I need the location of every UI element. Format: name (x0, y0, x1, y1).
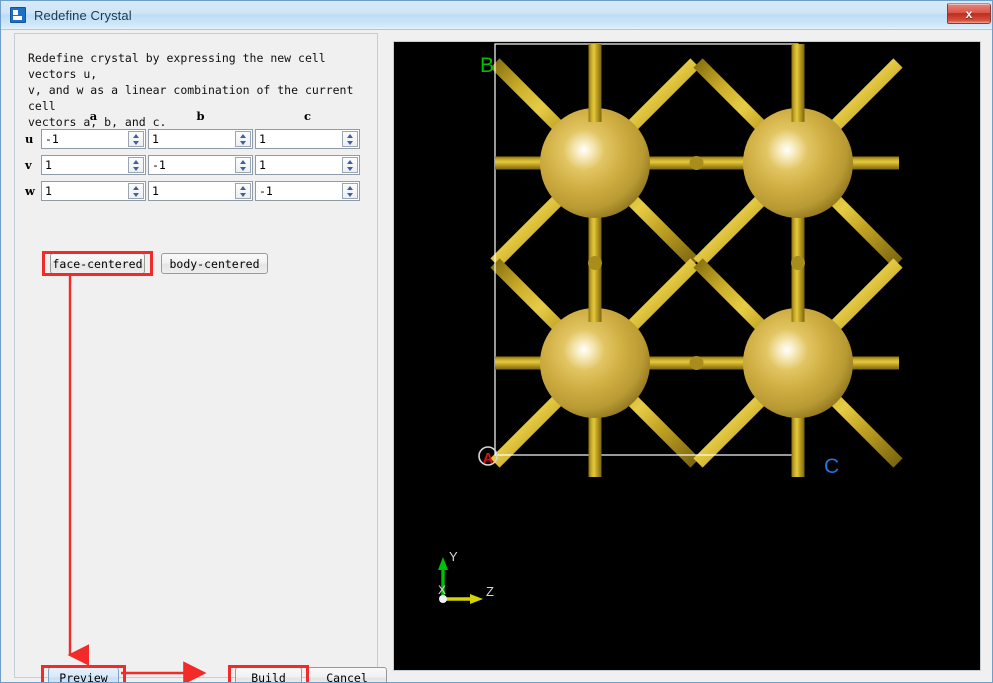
chevron-down-icon[interactable] (236, 139, 250, 146)
spinner-u-a[interactable] (41, 129, 146, 149)
corner-label-b: B (480, 54, 494, 77)
spinner-buttons-w-b[interactable] (235, 183, 251, 199)
chevron-down-icon[interactable] (129, 139, 143, 146)
row-label-u: u (23, 132, 41, 146)
spinner-u-c[interactable] (255, 129, 360, 149)
spinner-w-b[interactable] (148, 181, 253, 201)
preview-button[interactable]: Preview (48, 667, 119, 683)
chevron-down-icon[interactable] (129, 165, 143, 172)
build-button[interactable]: Build (235, 667, 302, 683)
chevron-up-icon[interactable] (129, 184, 143, 191)
body-centered-button[interactable]: body-centered (161, 253, 268, 274)
viewport-background (394, 42, 980, 670)
chevron-down-icon[interactable] (343, 191, 357, 198)
column-header-c: c (255, 109, 360, 123)
spinner-buttons-w-c[interactable] (342, 183, 358, 199)
chevron-up-icon[interactable] (343, 158, 357, 165)
column-header-a: a (41, 109, 146, 123)
column-header-b: b (148, 109, 253, 123)
redefine-crystal-window: Redefine Crystal x Redefine crystal by e… (0, 0, 993, 683)
atom-sphere (540, 108, 650, 218)
spinner-w-c[interactable] (255, 181, 360, 201)
chevron-down-icon[interactable] (129, 191, 143, 198)
atom-sphere (540, 308, 650, 418)
face-centered-button[interactable]: face-centered (50, 253, 145, 274)
spinner-v-c[interactable] (255, 155, 360, 175)
chevron-up-icon[interactable] (236, 184, 250, 191)
chevron-down-icon[interactable] (343, 139, 357, 146)
settings-panel: Redefine crystal by expressing the new c… (14, 33, 378, 678)
cell-vector-matrix: a b c u (23, 106, 371, 204)
chevron-up-icon[interactable] (236, 158, 250, 165)
corner-label-a: A (483, 450, 494, 467)
row-label-w: w (23, 184, 41, 198)
window-title: Redefine Crystal (34, 8, 132, 23)
axis-label-y: Y (449, 549, 458, 564)
spinner-w-a[interactable] (41, 181, 146, 201)
chevron-up-icon[interactable] (236, 132, 250, 139)
matrix-column-headers: a b c (23, 106, 371, 126)
matrix-row-v: v (23, 152, 371, 178)
axis-label-z: Z (486, 584, 494, 599)
input-w-a[interactable] (45, 183, 129, 199)
corner-label-c: C (824, 455, 839, 478)
spinner-buttons-w-a[interactable] (128, 183, 144, 199)
matrix-row-w: w (23, 178, 371, 204)
row-label-v: v (23, 158, 41, 172)
input-w-c[interactable] (259, 183, 343, 199)
chevron-down-icon[interactable] (236, 191, 250, 198)
spinner-u-b[interactable] (148, 129, 253, 149)
spinner-buttons-v-a[interactable] (128, 157, 144, 173)
input-u-a[interactable] (45, 131, 129, 147)
input-v-b[interactable] (152, 157, 236, 173)
chevron-up-icon[interactable] (343, 184, 357, 191)
chevron-down-icon[interactable] (236, 165, 250, 172)
input-w-b[interactable] (152, 183, 236, 199)
chevron-up-icon[interactable] (129, 132, 143, 139)
chevron-up-icon[interactable] (343, 132, 357, 139)
input-v-a[interactable] (45, 157, 129, 173)
close-button[interactable]: x (947, 3, 991, 24)
spinner-v-a[interactable] (41, 155, 146, 175)
chevron-down-icon[interactable] (343, 165, 357, 172)
atom-sphere (743, 308, 853, 418)
input-v-c[interactable] (259, 157, 343, 173)
title-bar: Redefine Crystal x (1, 1, 993, 30)
close-icon: x (966, 8, 973, 20)
crystal-3d-viewport[interactable]: B C A Y Z (393, 41, 981, 671)
client-area: Redefine crystal by expressing the new c… (1, 30, 993, 683)
spinner-buttons-u-b[interactable] (235, 131, 251, 147)
chevron-up-icon[interactable] (129, 158, 143, 165)
axis-label-x: X (438, 583, 446, 597)
crystal-structure-render: B C A Y Z (394, 42, 980, 670)
spinner-buttons-v-b[interactable] (235, 157, 251, 173)
atom-sphere (743, 108, 853, 218)
input-u-c[interactable] (259, 131, 343, 147)
spinner-buttons-u-c[interactable] (342, 131, 358, 147)
spinner-buttons-u-a[interactable] (128, 131, 144, 147)
cancel-button[interactable]: Cancel (307, 667, 387, 683)
spinner-buttons-v-c[interactable] (342, 157, 358, 173)
app-icon (10, 7, 26, 23)
spinner-v-b[interactable] (148, 155, 253, 175)
input-u-b[interactable] (152, 131, 236, 147)
matrix-row-u: u (23, 126, 371, 152)
